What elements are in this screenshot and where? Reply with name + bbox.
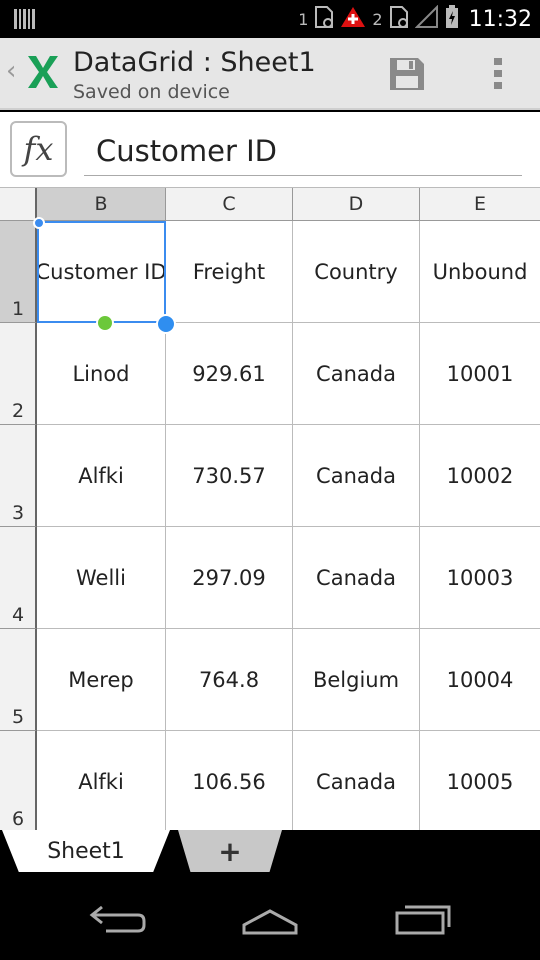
sim-card-2-icon	[389, 5, 409, 34]
barcode-notification-icon	[14, 9, 36, 34]
cell-e6[interactable]: 10005	[420, 731, 540, 830]
alert-icon	[340, 6, 366, 33]
cell-d3[interactable]: Canada	[293, 425, 420, 527]
cell-c4[interactable]: 297.09	[166, 527, 293, 629]
cell-c6[interactable]: 106.56	[166, 731, 293, 830]
select-all-corner[interactable]	[0, 188, 37, 221]
fx-icon: fx	[23, 130, 54, 168]
cell-c1[interactable]: Freight	[166, 221, 293, 323]
tab-sheet1[interactable]: Sheet1	[2, 830, 170, 872]
selection-handle-top-left[interactable]	[33, 217, 45, 229]
cell-d6[interactable]: Canada	[293, 731, 420, 830]
signal-icon	[414, 4, 439, 34]
app-title: DataGrid : Sheet1	[73, 47, 316, 78]
save-button[interactable]	[388, 56, 426, 92]
cell-b4[interactable]: Welli	[37, 527, 166, 629]
cell-e3[interactable]: 10002	[420, 425, 540, 527]
cell-b1[interactable]: Customer ID	[37, 221, 166, 323]
cell-d1[interactable]: Country	[293, 221, 420, 323]
cell-c3[interactable]: 730.57	[166, 425, 293, 527]
row-header-5[interactable]: 5	[0, 629, 37, 731]
app-subtitle: Saved on device	[73, 81, 230, 103]
cell-d4[interactable]: Canada	[293, 527, 420, 629]
row-header-6[interactable]: 6	[0, 731, 37, 830]
formula-input[interactable]	[84, 126, 522, 176]
recent-apps-button[interactable]	[385, 899, 465, 939]
home-icon	[242, 909, 298, 935]
cell-b3[interactable]: Alfki	[37, 425, 166, 527]
sheet-tabs: Sheet1 +	[0, 830, 540, 875]
recent-apps-icon	[395, 905, 451, 935]
action-bar: ‹ DataGrid : Sheet1 Saved on device	[0, 38, 540, 110]
fx-button[interactable]: fx	[10, 121, 67, 177]
column-header-e[interactable]: E	[420, 188, 540, 221]
fill-handle[interactable]	[96, 314, 114, 332]
row-header-1[interactable]: 1	[0, 221, 37, 323]
row-header-4[interactable]: 4	[0, 527, 37, 629]
column-header-b[interactable]: B	[37, 188, 166, 221]
battery-icon	[445, 4, 459, 34]
column-header-c[interactable]: C	[166, 188, 293, 221]
cell-e4[interactable]: 10003	[420, 527, 540, 629]
clock: 11:32	[468, 6, 532, 32]
row-header-2[interactable]: 2	[0, 323, 37, 425]
app-logo-icon[interactable]	[26, 52, 60, 97]
more-vert-icon	[494, 58, 502, 89]
column-header-d[interactable]: D	[293, 188, 420, 221]
spreadsheet-grid: B C D E 1 Customer ID Freight Country Un…	[0, 188, 540, 830]
back-button[interactable]	[80, 899, 160, 939]
row-header-3[interactable]: 3	[0, 425, 37, 527]
cell-c5[interactable]: 764.8	[166, 629, 293, 731]
save-icon	[390, 58, 424, 90]
cell-e2[interactable]: 10001	[420, 323, 540, 425]
cell-d5[interactable]: Belgium	[293, 629, 420, 731]
formula-bar: fx	[0, 112, 540, 188]
cell-d2[interactable]: Canada	[293, 323, 420, 425]
back-chevron-icon[interactable]: ‹	[6, 56, 16, 86]
cell-b6[interactable]: Alfki	[37, 731, 166, 830]
sim2-label: 2	[372, 9, 383, 29]
status-bar: 1 2 11:32	[0, 0, 540, 38]
cell-c2[interactable]: 929.61	[166, 323, 293, 425]
cell-e1[interactable]: Unbound	[420, 221, 540, 323]
cell-e5[interactable]: 10004	[420, 629, 540, 731]
overflow-menu-button[interactable]	[488, 56, 508, 92]
back-arrow-icon	[89, 905, 146, 933]
add-sheet-button[interactable]: +	[178, 830, 282, 872]
sim-card-icon	[314, 5, 334, 34]
cell-b2[interactable]: Linod	[37, 323, 166, 425]
sim1-label: 1	[298, 9, 309, 29]
navigation-bar	[0, 875, 540, 960]
cell-b5[interactable]: Merep	[37, 629, 166, 731]
home-button[interactable]	[230, 899, 310, 939]
selection-handle-bottom-right[interactable]	[156, 314, 176, 334]
